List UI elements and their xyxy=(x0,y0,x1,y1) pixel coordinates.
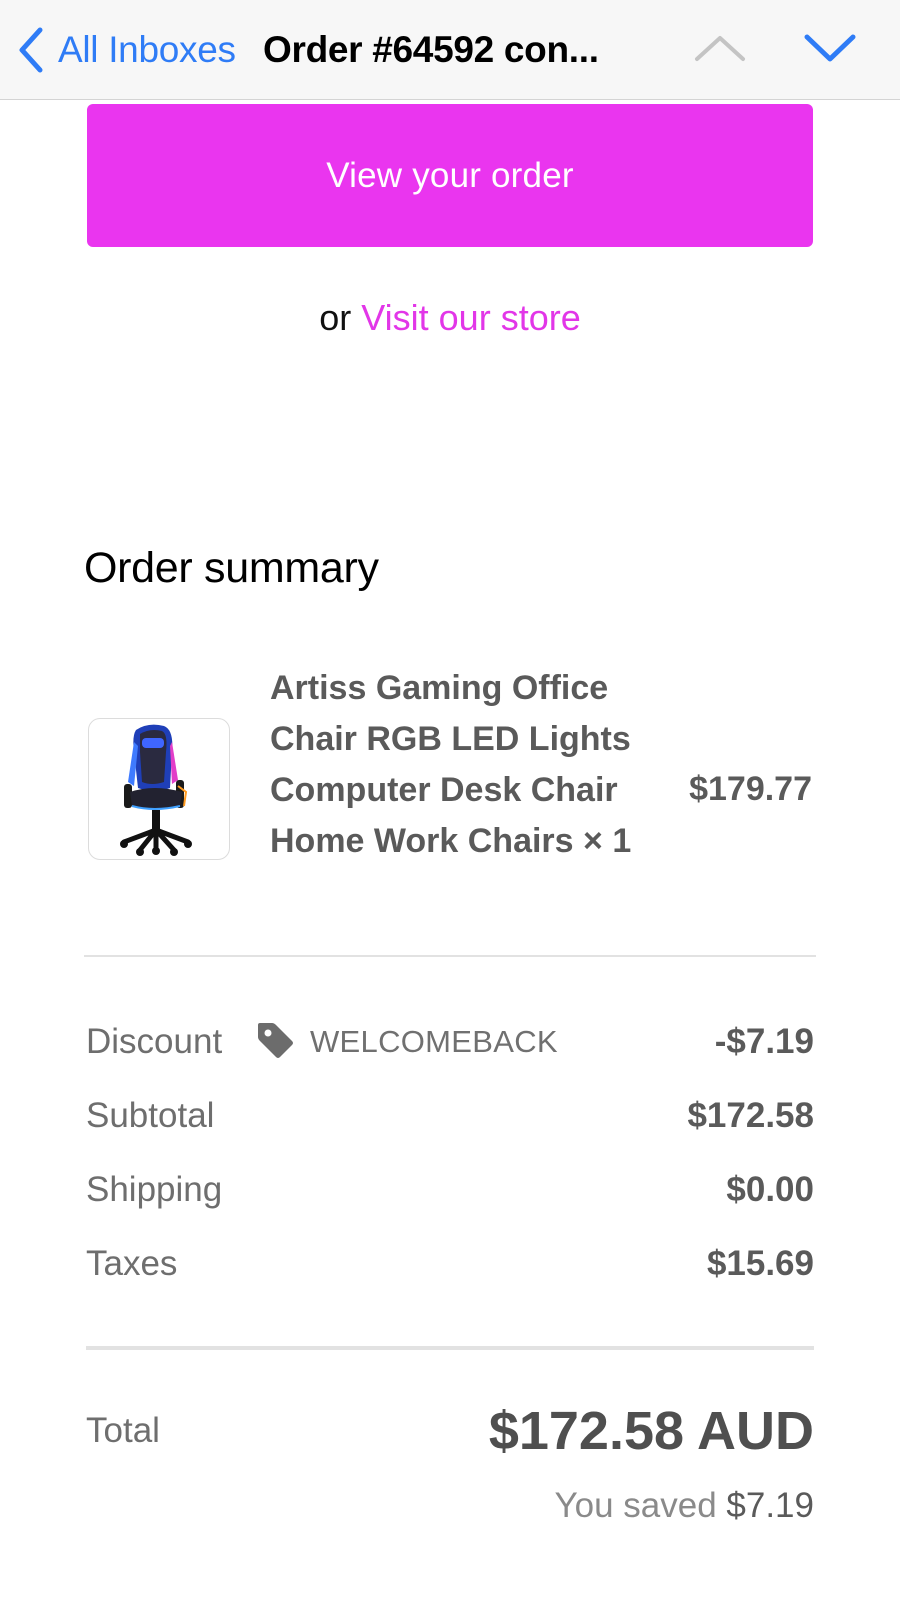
subtotal-value: $172.58 xyxy=(687,1096,814,1135)
back-to-inboxes-button[interactable]: All Inboxes xyxy=(18,22,236,78)
product-name-text: Artiss Gaming Office Chair RGB LED Light… xyxy=(270,669,631,860)
view-order-button[interactable]: View your order xyxy=(87,104,813,247)
product-title: Artiss Gaming Office Chair RGB LED Light… xyxy=(270,663,650,867)
subtotal-label: Subtotal xyxy=(86,1096,215,1135)
visit-store-line: or Visit our store xyxy=(0,293,900,343)
taxes-row: Taxes $15.69 xyxy=(86,1239,814,1289)
product-quantity: × 1 xyxy=(583,822,632,860)
email-subject-title: Order #64592 con... xyxy=(263,29,599,70)
previous-message-button[interactable] xyxy=(692,28,748,72)
discount-label: Discount xyxy=(86,1022,223,1061)
discount-value: -$7.19 xyxy=(714,1022,814,1061)
visit-store-link[interactable]: Visit our store xyxy=(361,297,580,338)
shipping-value: $0.00 xyxy=(726,1170,814,1209)
gaming-chair-image xyxy=(120,724,192,856)
summary-divider xyxy=(84,955,816,957)
total-value: $172.58 AUD xyxy=(488,1401,814,1461)
savings-prefix: You saved xyxy=(554,1486,717,1525)
subtotal-row: Subtotal $172.58 xyxy=(86,1091,814,1141)
back-label: All Inboxes xyxy=(58,29,236,70)
order-summary-heading: Order summary xyxy=(84,544,379,592)
shipping-row: Shipping $0.00 xyxy=(86,1165,814,1215)
taxes-label: Taxes xyxy=(86,1244,178,1283)
tag-icon xyxy=(254,1019,296,1066)
taxes-value: $15.69 xyxy=(706,1244,814,1283)
or-text: or xyxy=(319,297,352,338)
chevron-down-icon xyxy=(804,33,856,68)
total-divider xyxy=(86,1346,814,1350)
mail-navigation-bar: All Inboxes Order #64592 con... xyxy=(0,0,900,100)
discount-code: WELCOMEBACK xyxy=(310,1024,558,1059)
savings-amount: $7.19 xyxy=(726,1486,814,1525)
chevron-up-icon xyxy=(694,34,746,67)
discount-row: Discount WELCOMEBACK -$7.19 xyxy=(86,1017,814,1067)
product-thumbnail[interactable] xyxy=(88,718,230,860)
next-message-button[interactable] xyxy=(802,28,858,72)
savings-line: You saved $7.19 xyxy=(554,1481,814,1531)
chevron-left-icon xyxy=(18,27,44,73)
total-label: Total xyxy=(86,1411,160,1450)
product-price: $179.77 xyxy=(689,770,812,808)
discount-code-tag: WELCOMEBACK xyxy=(254,1021,558,1063)
shipping-label: Shipping xyxy=(86,1170,223,1209)
